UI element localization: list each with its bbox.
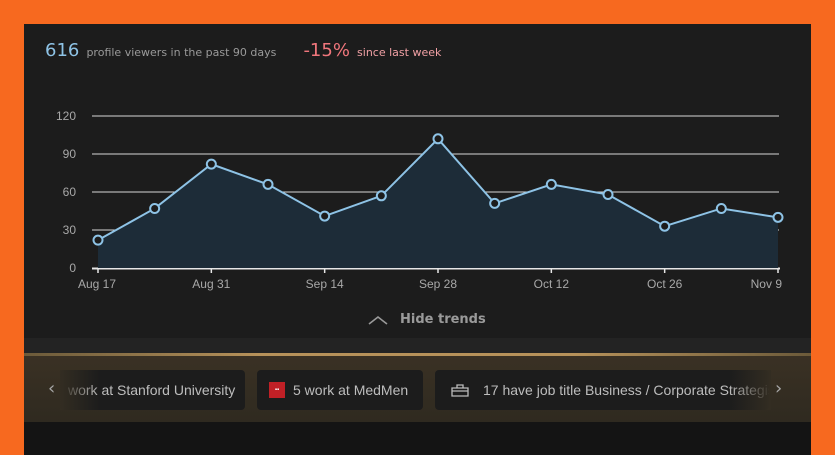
data-point: [489, 197, 501, 209]
data-point: [772, 211, 784, 223]
data-point: [319, 210, 331, 222]
insight-pill[interactable]: 17 have job title Business / Corporate S…: [435, 370, 769, 410]
data-point: [205, 158, 217, 170]
y-tick-label: 0: [69, 261, 76, 275]
medmen-logo-icon: ▪▪: [269, 382, 285, 398]
strip-spacer: [24, 338, 811, 353]
data-point: [602, 189, 614, 201]
y-axis-ticks: 0 30 60 90 120: [56, 109, 76, 275]
profile-viewers-panel: 616 profile viewers in the past 90 days …: [24, 24, 811, 455]
briefcase-icon: [451, 384, 469, 397]
x-tick-label: Aug 31: [192, 277, 230, 291]
hide-trends-toggle[interactable]: Hide trends: [368, 312, 486, 327]
insights-carousel: ‹ work at Stanford University ▪▪ 5 work …: [24, 356, 811, 422]
area-fill: [98, 138, 778, 268]
insight-label: 17 have job title Business / Corporate S…: [483, 382, 769, 398]
x-tick-label: Sep 28: [419, 277, 457, 291]
x-tick-label: Sep 14: [306, 277, 344, 291]
x-tick-label: Oct 26: [647, 277, 683, 291]
data-point: [149, 202, 161, 214]
carousel-next-button[interactable]: ›: [775, 378, 782, 399]
data-point: [715, 202, 727, 214]
data-point: [545, 178, 557, 190]
x-tick-label: Oct 12: [534, 277, 570, 291]
y-tick-label: 120: [56, 109, 76, 123]
y-tick-label: 60: [63, 185, 77, 199]
bottom-bar: [24, 422, 811, 455]
insight-pill[interactable]: work at Stanford University: [60, 370, 245, 410]
carousel-prev-button[interactable]: ‹: [48, 378, 55, 399]
y-tick-label: 90: [63, 147, 77, 161]
insight-label: 5 work at MedMen: [293, 382, 409, 398]
y-tick-label: 30: [63, 223, 77, 237]
data-point: [375, 190, 387, 202]
data-point: [262, 178, 274, 190]
x-tick-label: Aug 17: [78, 277, 116, 291]
x-tick-label: Nov 9: [751, 277, 783, 291]
insight-label: work at Stanford University: [68, 382, 236, 398]
chevron-up-icon: [368, 315, 388, 325]
x-axis-ticks: Aug 17 Aug 31 Sep 14 Sep 28 Oct 12 Oct 26 Nov …: [78, 268, 782, 291]
viewers-chart: 0 30 60 90 120 Aug 17 Aug 31 Sep 14 Sep 28 Oct 1…: [56, 109, 784, 291]
data-point: [659, 220, 671, 232]
insight-pill[interactable]: ▪▪ 5 work at MedMen: [257, 370, 423, 410]
data-point: [432, 133, 444, 145]
hide-trends-label: Hide trends: [400, 312, 486, 327]
data-point: [92, 234, 104, 246]
